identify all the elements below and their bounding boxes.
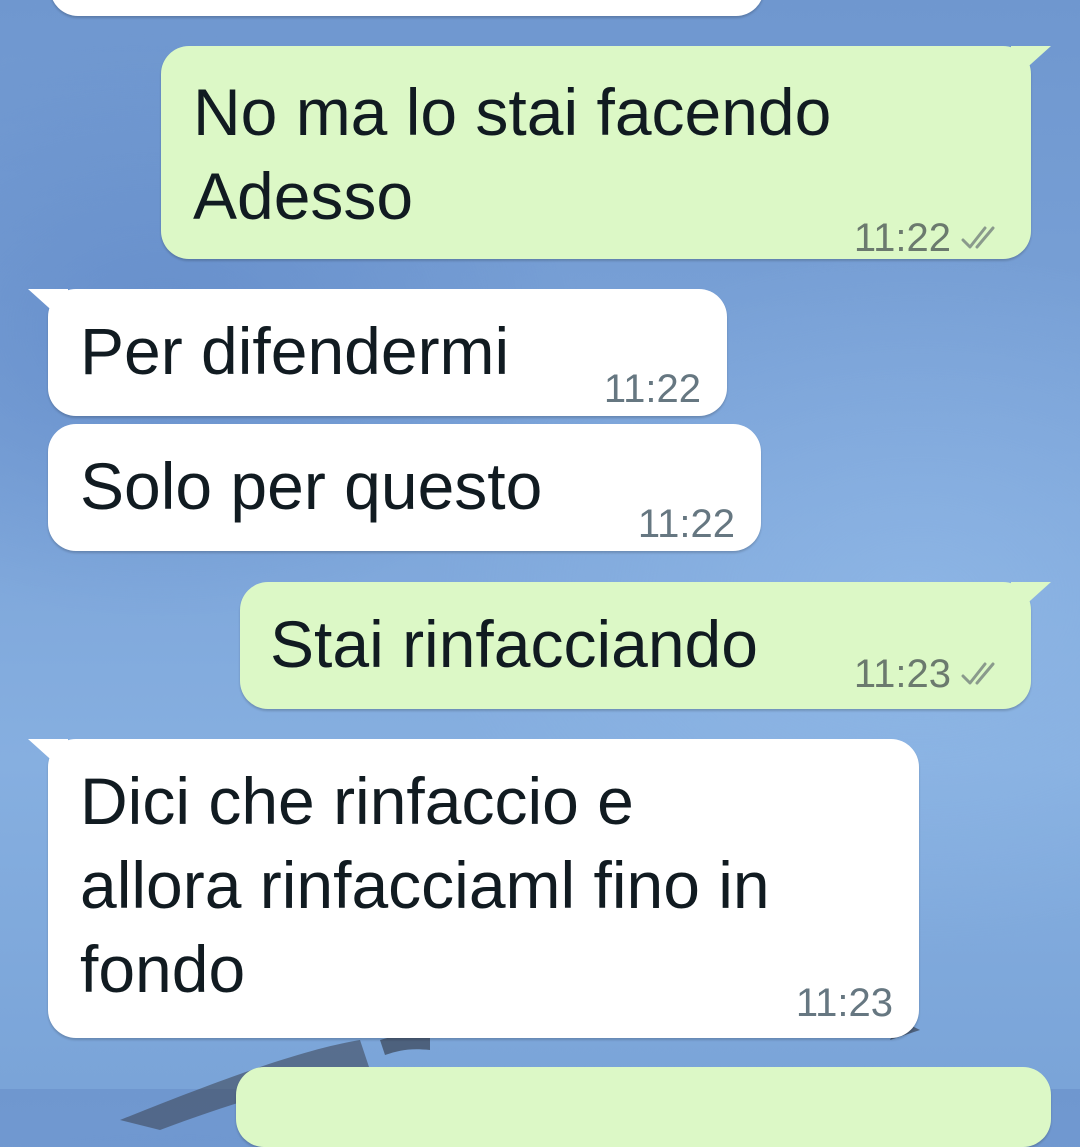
message-bubble-outgoing[interactable]: No ma lo stai facendo Adesso 11:22 — [161, 46, 1051, 259]
bubble-tail — [28, 739, 68, 775]
message-text: Per difendermi — [80, 314, 510, 388]
double-check-icon — [961, 662, 995, 685]
message-text: Dici che rinfaccio e allora rinfacciaml … — [80, 764, 770, 1006]
message-time: 11:23 — [795, 981, 893, 1025]
message-meta: 11:23 — [854, 654, 1005, 694]
message-time: 11:22 — [853, 216, 951, 260]
bubble-tail — [1011, 46, 1051, 82]
message-time: 11:22 — [603, 367, 701, 411]
message-bubble-incoming[interactable]: Per difendermi 11:22 — [28, 289, 727, 416]
message-meta: 11:23 — [796, 983, 893, 1023]
message-bubble-outgoing[interactable]: Stai rinfacciando 11:23 — [240, 582, 1051, 709]
message-time: 11:23 — [853, 652, 951, 696]
bubble-tail — [1011, 582, 1051, 618]
message-meta: 11:22 — [854, 218, 1005, 258]
message-meta: 11:22 — [604, 369, 701, 409]
message-bubble-incoming[interactable]: Solo per questo 11:22 — [48, 424, 761, 551]
chat-area[interactable]: No ma lo stai facendo Adesso 11:22 Per d… — [0, 0, 1080, 1147]
message-bubble-outgoing[interactable] — [236, 1067, 1051, 1147]
message-bubble-incoming[interactable] — [50, 0, 764, 16]
message-time: 11:22 — [637, 502, 735, 546]
message-bubble-incoming[interactable]: Dici che rinfaccio e allora rinfacciaml … — [28, 739, 919, 1038]
bubble-tail — [28, 289, 68, 325]
message-text: Stai rinfacciando — [270, 607, 758, 681]
message-meta: 11:22 — [638, 504, 735, 544]
message-text: No ma lo stai facendo Adesso — [193, 75, 832, 233]
message-text: Solo per questo — [80, 449, 543, 523]
double-check-icon — [961, 226, 995, 249]
